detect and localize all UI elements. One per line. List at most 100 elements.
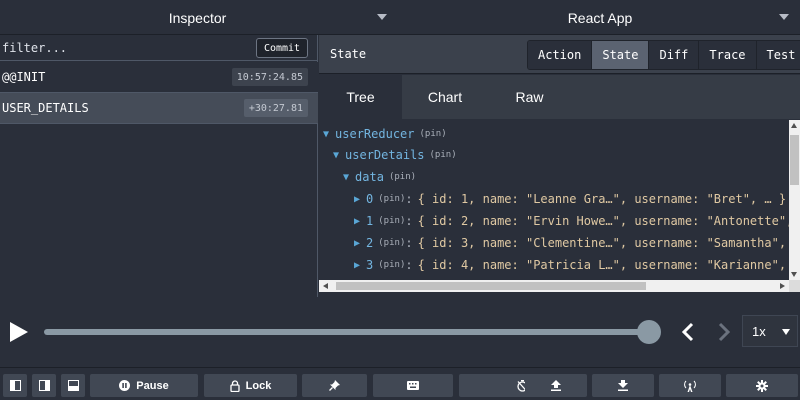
collapsed-arrow-icon[interactable]: ▶ — [354, 260, 360, 271]
monitor-tabs: Action State Diff Trace Test — [527, 40, 800, 70]
pin-label[interactable]: (pin) — [420, 129, 447, 139]
tree-key: 1 — [366, 214, 374, 228]
tree-value: { id: 4, name: "Patricia L…", username: … — [417, 258, 789, 272]
next-icon[interactable] — [714, 321, 734, 343]
collapsed-arrow-icon[interactable]: ▶ — [354, 194, 360, 205]
collapsed-arrow-icon[interactable]: ▶ — [354, 238, 360, 249]
timeline-slider-thumb[interactable] — [637, 320, 661, 344]
action-item[interactable]: USER_DETAILS +30:27.81 — [0, 93, 318, 124]
vertical-scroll-thumb[interactable] — [790, 135, 799, 185]
chevron-down-icon[interactable] — [779, 14, 789, 20]
tab-diff[interactable]: Diff — [649, 41, 700, 69]
tab-test[interactable]: Test — [756, 41, 800, 69]
tab-state[interactable]: State — [592, 41, 650, 69]
tree-node[interactable]: ▶ 2 (pin) : { id: 3, name: "Clementine…"… — [354, 232, 789, 254]
dock-bottom-button[interactable] — [61, 374, 85, 397]
download-icon — [618, 380, 628, 391]
dock-left-button[interactable] — [3, 374, 27, 397]
tree-key: 3 — [366, 258, 374, 272]
speed-value: 1x — [752, 324, 766, 339]
tree-node[interactable]: ▼ data (pin) — [343, 166, 416, 188]
export-button[interactable] — [525, 374, 587, 397]
lock-label: Lock — [245, 379, 272, 392]
tab-trace[interactable]: Trace — [699, 41, 757, 69]
collapsed-arrow-icon[interactable]: ▶ — [354, 216, 360, 227]
chevron-down-icon — [782, 329, 790, 335]
pin-icon — [329, 380, 340, 391]
pin-label[interactable]: (pin) — [378, 194, 405, 204]
horizontal-scrollbar[interactable] — [319, 280, 789, 292]
key-separator: : — [405, 192, 413, 206]
timeline-slider[interactable] — [44, 329, 650, 335]
top-bar: Inspector React App — [0, 0, 800, 35]
chevron-down-icon[interactable] — [377, 14, 387, 20]
key-separator: : — [405, 258, 413, 272]
pause-icon — [119, 380, 131, 391]
settings-button[interactable] — [726, 374, 798, 397]
scroll-left-icon[interactable] — [323, 283, 328, 289]
tree-node[interactable]: ▶ 0 (pin) : { id: 1, name: "Leanne Gra…"… — [354, 188, 786, 210]
persist-button[interactable] — [302, 374, 367, 397]
vertical-scrollbar[interactable] — [789, 120, 800, 280]
pin-label[interactable]: (pin) — [378, 260, 405, 270]
lock-button[interactable]: Lock — [204, 374, 297, 397]
import-button[interactable] — [592, 374, 654, 397]
key-separator: : — [405, 236, 413, 250]
remote-button[interactable] — [659, 374, 721, 397]
dock-bottom-icon — [67, 380, 79, 391]
filter-input[interactable] — [2, 39, 242, 57]
tree-value: { id: 1, name: "Leanne Gra…", username: … — [417, 192, 787, 206]
app-selector[interactable]: React App — [400, 0, 800, 35]
dock-right-icon — [38, 380, 50, 391]
action-name: @@INIT — [2, 70, 46, 84]
tab-chart[interactable]: Chart — [405, 75, 485, 119]
tree-node[interactable]: ▼ userReducer (pin) — [323, 123, 447, 145]
speed-select[interactable]: 1x — [742, 315, 798, 347]
monitor-header: State Action State Diff Trace Test — [319, 35, 800, 74]
pin-label[interactable]: (pin) — [430, 150, 457, 160]
horizontal-scroll-thumb[interactable] — [336, 282, 646, 290]
tab-tree[interactable]: Tree — [319, 75, 402, 119]
expanded-arrow-icon[interactable]: ▼ — [323, 129, 329, 140]
tab-action[interactable]: Action — [528, 41, 593, 69]
lock-icon — [230, 379, 240, 392]
expanded-arrow-icon[interactable]: ▼ — [343, 172, 349, 183]
tab-raw[interactable]: Raw — [487, 75, 572, 119]
scroll-down-icon[interactable] — [791, 272, 797, 277]
scroll-right-icon[interactable] — [780, 283, 785, 289]
view-tabs: Tree Chart Raw — [319, 75, 800, 119]
pause-label: Pause — [136, 379, 169, 392]
monitor-title: State — [330, 47, 367, 61]
pause-button[interactable]: Pause — [90, 374, 198, 397]
play-icon[interactable] — [8, 321, 30, 343]
commit-button[interactable]: Commit — [256, 38, 308, 58]
playback-bar: 1x — [0, 297, 800, 367]
key-separator: : — [405, 214, 413, 228]
scrollbar-corner — [789, 280, 800, 292]
state-tree: ▼ userReducer (pin) ▼ userDetails (pin) … — [319, 120, 789, 280]
upload-icon — [551, 380, 561, 391]
filter-row: Commit — [0, 35, 318, 61]
bottom-toolbar: Pause Lock — [0, 367, 800, 400]
remote-icon — [684, 380, 696, 392]
inspector-selector[interactable]: Inspector — [0, 0, 395, 35]
previous-icon[interactable] — [678, 321, 698, 343]
action-item[interactable]: @@INIT 10:57:24.85 — [0, 62, 318, 93]
pin-label[interactable]: (pin) — [378, 216, 405, 226]
dock-right-button[interactable] — [32, 374, 56, 397]
tree-value: { id: 3, name: "Clementine…", username: … — [417, 236, 789, 250]
tree-node[interactable]: ▶ 3 (pin) : { id: 4, name: "Patricia L…"… — [354, 254, 789, 276]
tree-value: { id: 2, name: "Ervin Howe…", username: … — [417, 214, 789, 228]
tree-key: data — [355, 170, 384, 184]
pin-label[interactable]: (pin) — [389, 172, 416, 182]
scroll-up-icon[interactable] — [791, 123, 797, 128]
action-timestamp: 10:57:24.85 — [231, 68, 308, 86]
monitor-panel: State Action State Diff Trace Test Tree … — [319, 35, 800, 297]
pin-label[interactable]: (pin) — [378, 238, 405, 248]
tree-key: 2 — [366, 236, 374, 250]
tree-key: 0 — [366, 192, 374, 206]
tree-node[interactable]: ▶ 1 (pin) : { id: 2, name: "Ervin Howe…"… — [354, 210, 789, 232]
expanded-arrow-icon[interactable]: ▼ — [333, 150, 339, 161]
tree-node[interactable]: ▼ userDetails (pin) — [333, 144, 457, 166]
dispatcher-button[interactable] — [373, 374, 453, 397]
